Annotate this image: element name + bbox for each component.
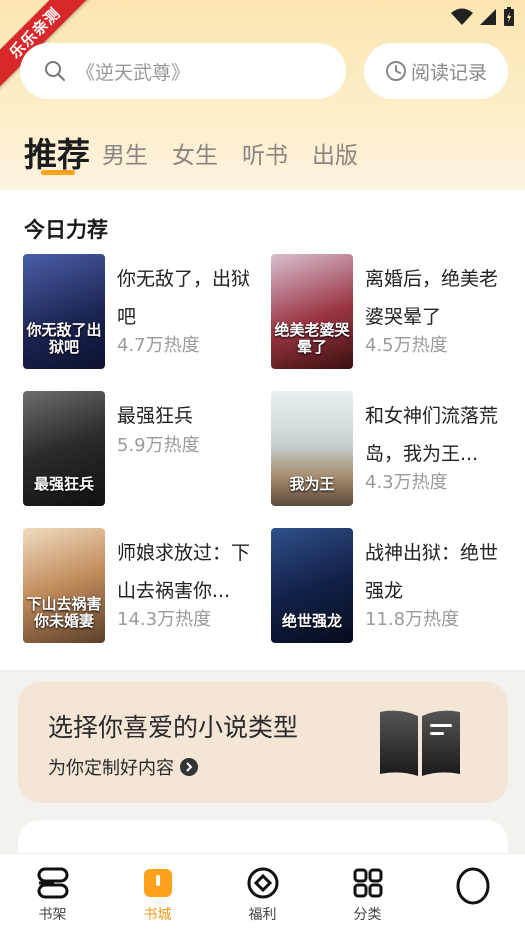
book-title: 战神出狱：绝世强龙 — [365, 542, 499, 602]
reading-history-button[interactable]: 阅读记录 — [364, 43, 508, 99]
tab-audiobook[interactable]: 听书 — [242, 136, 288, 176]
book-cover: 我为王 — [271, 391, 353, 506]
search-bar[interactable]: 《逆天武尊》 — [20, 43, 346, 99]
clock-icon — [385, 61, 406, 81]
book-cover: 最强狂兵 — [23, 391, 105, 506]
book-heat: 14.3万热度 — [117, 609, 212, 630]
category-tabs: 推荐 男生 女生 听书 出版 — [24, 126, 382, 176]
tab-recommend[interactable]: 推荐 — [24, 128, 90, 176]
cover-title: 最强狂兵 — [33, 474, 94, 493]
banner-title: 选择你喜爱的小说类型 — [48, 713, 299, 742]
bookshelf-icon — [37, 867, 68, 899]
cover-title: 你无敌了出狱吧 — [26, 321, 102, 356]
arrow-right-icon — [180, 758, 198, 776]
active-tab-indicator — [41, 170, 75, 175]
search-placeholder: 《逆天武尊》 — [76, 61, 191, 84]
book-heat: 5.9万热度 — [117, 435, 200, 456]
nav-label: 书架 — [38, 907, 67, 923]
cover-title: 绝世强龙 — [281, 611, 342, 630]
book-cover: 下山去祸害你未婚妻 — [23, 528, 105, 643]
book-heat: 4.5万热度 — [365, 335, 448, 356]
cover-title: 下山去祸害你未婚妻 — [26, 595, 102, 630]
nav-bookstore[interactable]: 书城 — [105, 854, 210, 935]
search-icon — [45, 61, 65, 81]
book-item[interactable]: 你无敌了出狱吧 你无敌了，出狱吧 4.7万热度 — [23, 254, 263, 370]
book-item[interactable]: 绝世强龙 战神出狱：绝世强龙 11.8万热度 — [271, 528, 511, 644]
banner-subtitle-text: 为你定制好内容 — [48, 758, 174, 779]
cover-title: 绝美老婆哭晕了 — [274, 321, 350, 356]
tab-female[interactable]: 女生 — [172, 136, 218, 176]
nav-label: 分类 — [353, 907, 382, 923]
book-heat: 11.8万热度 — [365, 609, 460, 630]
nav-label: 书城 — [143, 907, 172, 923]
welfare-icon — [247, 867, 278, 899]
book-item[interactable]: 最强狂兵 最强狂兵 5.9万热度 — [23, 391, 263, 507]
book-cover: 你无敌了出狱吧 — [23, 254, 105, 369]
wifi-icon — [451, 8, 473, 25]
nav-profile[interactable] — [420, 854, 525, 935]
app-page: 乐乐亲测 《逆天武尊》 阅读记录 推荐 男生 女生 听书 出版 今日力荐 你无敌… — [0, 0, 525, 935]
book-item[interactable]: 下山去祸害你未婚妻 师娘求放过：下山去祸害你... 14.3万热度 — [23, 528, 263, 644]
recommendation-section: 今日力荐 你无敌了出狱吧 你无敌了，出狱吧 4.7万热度 绝美老婆哭晕了 离婚后… — [0, 190, 525, 670]
profile-icon — [456, 867, 489, 905]
book-cover: 绝世强龙 — [271, 528, 353, 643]
nav-category[interactable]: 分类 — [315, 854, 420, 935]
book-title: 和女神们流落荒岛，我为王... — [365, 405, 499, 465]
book-title: 离婚后，绝美老婆哭晕了 — [365, 268, 499, 328]
bottom-navigation: 书架 书城 福利 分类 — [0, 853, 525, 935]
book-cover: 绝美老婆哭晕了 — [271, 254, 353, 369]
book-heat: 4.7万热度 — [117, 335, 200, 356]
book-heat: 4.3万热度 — [365, 472, 448, 493]
cover-title: 我为王 — [289, 474, 335, 493]
genre-preference-banner[interactable]: 选择你喜爱的小说类型 为你定制好内容 — [18, 682, 508, 803]
book-title: 师娘求放过：下山去祸害你... — [117, 542, 251, 602]
tab-male[interactable]: 男生 — [102, 136, 148, 176]
battery-icon — [504, 7, 514, 26]
book-title: 最强狂兵 — [117, 405, 194, 427]
book-icon — [380, 710, 460, 776]
book-item[interactable]: 绝美老婆哭晕了 离婚后，绝美老婆哭晕了 4.5万热度 — [271, 254, 511, 370]
category-icon — [353, 868, 382, 898]
tab-publish[interactable]: 出版 — [312, 136, 358, 176]
book-title: 你无敌了，出狱吧 — [117, 268, 251, 328]
nav-welfare[interactable]: 福利 — [210, 854, 315, 935]
signal-icon — [480, 9, 496, 25]
section-title: 今日力荐 — [24, 218, 108, 242]
reading-history-label: 阅读记录 — [410, 61, 487, 84]
bookstore-icon — [143, 869, 172, 897]
nav-bookshelf[interactable]: 书架 — [0, 854, 105, 935]
book-item[interactable]: 我为王 和女神们流落荒岛，我为王... 4.3万热度 — [271, 391, 511, 507]
nav-label: 福利 — [248, 907, 277, 923]
banner-subtitle: 为你定制好内容 — [48, 754, 198, 780]
